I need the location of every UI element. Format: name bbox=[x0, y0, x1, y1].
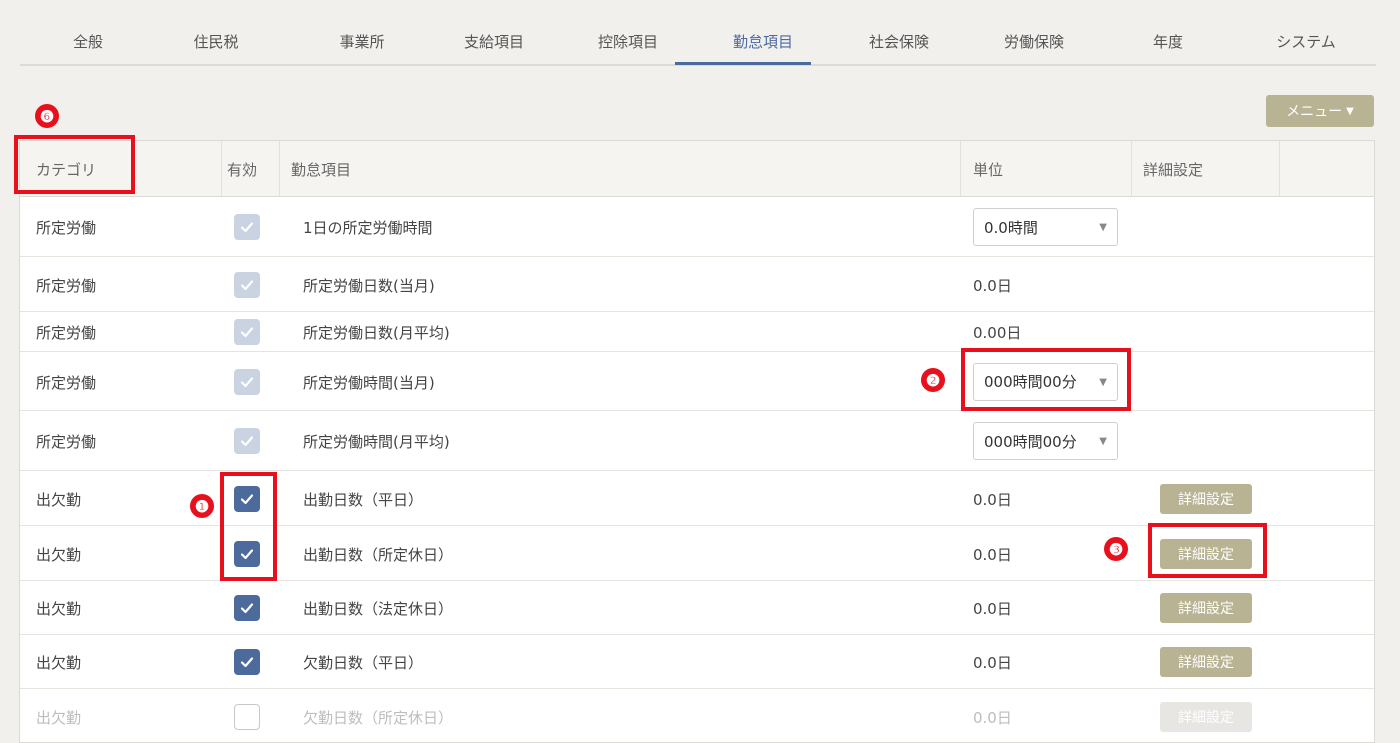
tab-bar: 全般 住民税 事業所 支給項目 控除項目 勤怠項目 社会保険 労働保険 年度 シ… bbox=[20, 0, 1376, 66]
table-row: 出欠勤 出勤日数（法定休日） 0.0日 詳細設定 bbox=[20, 581, 1374, 635]
tab-year[interactable]: 年度 bbox=[1153, 31, 1183, 52]
header-divider bbox=[279, 141, 280, 197]
row-category: 所定労働 bbox=[36, 324, 97, 342]
row-category: 所定労働 bbox=[36, 373, 97, 392]
table-row: 所定労働 所定労働日数(当月) 0.0日 bbox=[20, 257, 1374, 312]
annotation-badge-6: ❻ bbox=[35, 104, 59, 128]
row-unit: 0.00日 bbox=[973, 324, 1022, 342]
tab-office[interactable]: 事業所 bbox=[339, 31, 384, 52]
row-attendance-item: 1日の所定労働時間 bbox=[303, 219, 433, 237]
tab-resident-tax[interactable]: 住民税 bbox=[193, 31, 238, 52]
row-category: 出欠勤 bbox=[36, 708, 82, 727]
row-attendance-item: 所定労働日数(月平均) bbox=[303, 324, 450, 342]
tab-deduction-items[interactable]: 控除項目 bbox=[598, 31, 658, 52]
row-category: 出欠勤 bbox=[36, 600, 82, 618]
dropdown-arrow-icon: ▼ bbox=[1099, 376, 1107, 388]
tab-general[interactable]: 全般 bbox=[73, 31, 103, 52]
table-row: 所定労働 所定労働日数(月平均) 0.00日 bbox=[20, 312, 1374, 352]
row-category: 出欠勤 bbox=[36, 490, 82, 509]
unit-select-value: 000時間00分 bbox=[984, 432, 1077, 451]
header-category[interactable]: カテゴリ bbox=[36, 159, 96, 180]
row-category: 出欠勤 bbox=[36, 545, 82, 564]
enabled-checkbox[interactable] bbox=[234, 368, 260, 395]
annotation-badge-2: ❷ bbox=[921, 368, 945, 392]
enabled-checkbox[interactable] bbox=[234, 703, 260, 730]
table-row: 出欠勤 欠勤日数（所定休日） 0.0日 詳細設定 bbox=[20, 689, 1374, 742]
tab-system[interactable]: システム bbox=[1276, 31, 1336, 52]
row-attendance-item: 欠勤日数（平日） bbox=[303, 654, 424, 672]
enabled-checkbox[interactable] bbox=[234, 319, 260, 345]
enabled-checkbox[interactable] bbox=[234, 428, 260, 454]
row-category: 出欠勤 bbox=[36, 654, 82, 672]
unit-select-value: 000時間00分 bbox=[984, 373, 1077, 391]
menu-button-label: メニュー bbox=[1286, 104, 1343, 120]
row-unit: 0.0日 bbox=[973, 654, 1012, 672]
unit-select[interactable]: 0.0時間 ▼ bbox=[973, 208, 1118, 246]
row-category: 所定労働 bbox=[36, 276, 97, 295]
active-tab-indicator bbox=[675, 62, 811, 65]
enabled-checkbox[interactable] bbox=[234, 271, 260, 298]
header-divider bbox=[221, 141, 222, 197]
header-unit: 単位 bbox=[973, 161, 1004, 179]
tab-labor-insurance[interactable]: 労働保険 bbox=[1004, 31, 1064, 52]
annotation-badge-3: ❸ bbox=[1104, 537, 1128, 561]
header-divider bbox=[1131, 141, 1132, 197]
enabled-checkbox[interactable] bbox=[234, 649, 260, 675]
detail-settings-button[interactable]: 詳細設定 bbox=[1160, 701, 1252, 732]
row-unit: 0.0日 bbox=[973, 708, 1012, 727]
table-row: 出欠勤 出勤日数（平日） 0.0日 詳細設定 bbox=[20, 471, 1374, 526]
dropdown-arrow-icon: ▼ bbox=[1099, 222, 1107, 233]
tab-payment-items[interactable]: 支給項目 bbox=[464, 31, 524, 52]
enabled-checkbox[interactable] bbox=[234, 485, 260, 512]
enabled-checkbox[interactable] bbox=[234, 540, 260, 567]
detail-settings-button[interactable]: 詳細設定 bbox=[1160, 483, 1252, 514]
row-category: 所定労働 bbox=[36, 219, 97, 237]
table-row: 所定労働 所定労働時間(当月) 000時間00分 ▼ bbox=[20, 352, 1374, 411]
detail-settings-button[interactable]: 詳細設定 bbox=[1160, 593, 1252, 623]
row-unit: 0.0日 bbox=[973, 545, 1012, 564]
annotation-badge-1: ❶ bbox=[190, 494, 214, 518]
row-unit: 0.0日 bbox=[973, 490, 1012, 509]
dropdown-arrow-icon: ▼ bbox=[1099, 436, 1107, 447]
row-attendance-item: 所定労働時間(当月) bbox=[303, 373, 435, 392]
table-row: 所定労働 1日の所定労働時間 0.0時間 ▼ bbox=[20, 197, 1374, 257]
row-unit: 0.0日 bbox=[973, 600, 1012, 618]
unit-select[interactable]: 000時間00分 ▼ bbox=[973, 422, 1118, 460]
enabled-checkbox[interactable] bbox=[234, 595, 260, 621]
detail-settings-button[interactable]: 詳細設定 bbox=[1160, 538, 1252, 569]
header-enabled: 有効 bbox=[227, 161, 258, 179]
unit-select-value: 0.0時間 bbox=[984, 218, 1038, 237]
tab-social-insurance[interactable]: 社会保険 bbox=[869, 31, 929, 52]
row-attendance-item: 出勤日数（法定休日） bbox=[303, 600, 454, 618]
row-attendance-item: 出勤日数（平日） bbox=[303, 490, 424, 509]
menu-button[interactable]: メニュー ▼ bbox=[1266, 95, 1374, 127]
header-divider bbox=[1279, 141, 1280, 197]
detail-settings-button[interactable]: 詳細設定 bbox=[1160, 647, 1252, 677]
header-divider bbox=[960, 141, 961, 197]
row-attendance-item: 所定労働時間(月平均) bbox=[303, 433, 450, 451]
header-attendance-item: 勤怠項目 bbox=[291, 161, 352, 179]
header-detail-settings: 詳細設定 bbox=[1143, 161, 1204, 179]
unit-select[interactable]: 000時間00分 ▼ bbox=[973, 362, 1118, 401]
row-attendance-item: 出勤日数（所定休日） bbox=[303, 545, 454, 564]
row-category: 所定労働 bbox=[36, 433, 97, 451]
attendance-items-table: カテゴリ 有効 勤怠項目 単位 詳細設定 所定労働 1日の所定労働時間 0.0時間 ▼… bbox=[19, 140, 1375, 743]
table-row: 所定労働 所定労働時間(月平均) 000時間00分 ▼ bbox=[20, 411, 1374, 471]
tab-attendance-items[interactable]: 勤怠項目 bbox=[733, 31, 793, 52]
table-row: 出欠勤 欠勤日数（平日） 0.0日 詳細設定 bbox=[20, 635, 1374, 689]
row-unit: 0.0日 bbox=[973, 276, 1012, 295]
row-attendance-item: 所定労働日数(当月) bbox=[303, 276, 435, 295]
caret-down-icon: ▼ bbox=[1346, 105, 1354, 117]
row-attendance-item: 欠勤日数（所定休日） bbox=[303, 708, 454, 727]
enabled-checkbox[interactable] bbox=[234, 214, 260, 240]
table-row: 出欠勤 出勤日数（所定休日） 0.0日 詳細設定 bbox=[20, 526, 1374, 581]
table-header: カテゴリ 有効 勤怠項目 単位 詳細設定 bbox=[20, 141, 1374, 197]
